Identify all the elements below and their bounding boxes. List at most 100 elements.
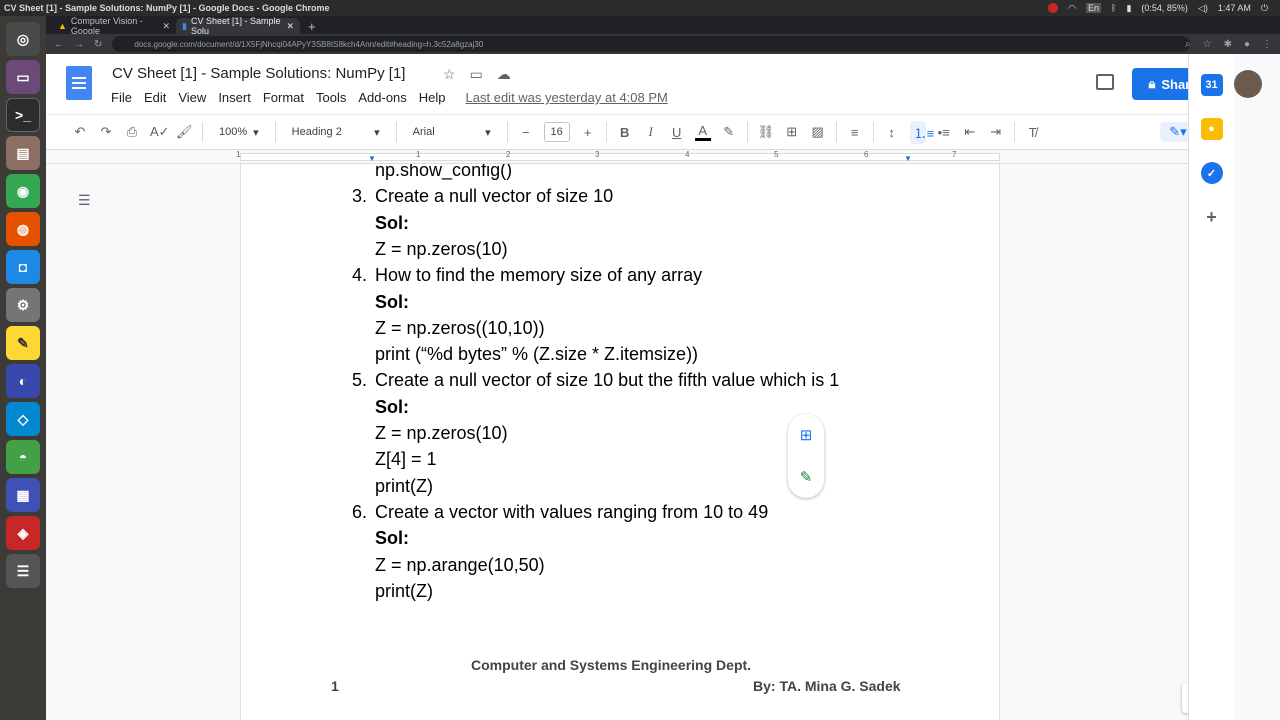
profile-icon[interactable]: ● bbox=[1244, 39, 1250, 50]
document-line[interactable]: Z[4] = 1 bbox=[375, 449, 437, 470]
tab-cv-sheet[interactable]: ▮ CV Sheet [1] - Sample Solu ✕ bbox=[176, 16, 300, 36]
url-field[interactable]: docs.google.com/document/d/1X5FjNhcqi04A… bbox=[112, 36, 1190, 52]
close-tab-icon[interactable]: ✕ bbox=[286, 21, 294, 32]
redo-icon[interactable]: ↷ bbox=[98, 124, 114, 140]
settings-icon[interactable]: ⚙ bbox=[6, 288, 40, 322]
reload-icon[interactable]: ↻ bbox=[94, 39, 102, 50]
text-color-icon[interactable]: A bbox=[694, 123, 711, 141]
zoom-icon[interactable]: ⌕ bbox=[1185, 39, 1191, 50]
decrease-font-size-icon[interactable]: − bbox=[518, 125, 534, 140]
ruler[interactable]: 1 1 2 3 4 5 6 7 ▼ ▼ bbox=[46, 150, 1216, 164]
terminal-icon[interactable]: >_ bbox=[6, 98, 40, 132]
add-comment-icon[interactable]: ⊞ bbox=[784, 124, 800, 140]
italic-icon[interactable]: I bbox=[643, 124, 659, 140]
volume-icon[interactable]: ◁) bbox=[1198, 3, 1208, 14]
link-icon[interactable]: ⛓ bbox=[758, 124, 775, 140]
battery-icon[interactable]: ▮ bbox=[1126, 3, 1131, 14]
chrome-icon[interactable]: ◉ bbox=[6, 174, 40, 208]
increase-font-size-icon[interactable]: + bbox=[580, 125, 596, 140]
clear-formatting-icon[interactable]: T̸ bbox=[1025, 125, 1041, 140]
indent-marker-icon[interactable]: ▼ bbox=[368, 154, 376, 163]
eclipse-icon[interactable]: ◐ bbox=[6, 364, 40, 398]
cloud-status-icon[interactable]: ☁ bbox=[497, 66, 511, 83]
insert-image-icon[interactable]: ▨ bbox=[810, 124, 826, 140]
add-comment-icon[interactable]: ⊞ bbox=[800, 426, 813, 444]
menu-insert[interactable]: Insert bbox=[218, 90, 251, 105]
bulleted-list-icon[interactable]: •≡ bbox=[936, 125, 952, 140]
language-indicator[interactable]: En bbox=[1086, 3, 1102, 13]
menu-edit[interactable]: Edit bbox=[144, 90, 166, 105]
numbered-list-icon[interactable]: ⒈≡ bbox=[909, 120, 934, 144]
wifi-icon[interactable]: ◠ bbox=[1068, 3, 1076, 14]
comment-history-icon[interactable] bbox=[1096, 74, 1114, 90]
spellcheck-icon[interactable]: A✓ bbox=[150, 124, 170, 140]
last-edit-link[interactable]: Last edit was yesterday at 4:08 PM bbox=[466, 90, 668, 105]
increase-indent-icon[interactable]: ⇥ bbox=[988, 124, 1004, 140]
document-line[interactable]: Sol: bbox=[375, 397, 409, 418]
menu-help[interactable]: Help bbox=[419, 90, 446, 105]
undo-icon[interactable]: ↶ bbox=[72, 124, 88, 140]
paint-format-icon[interactable]: 🖌︎ bbox=[176, 124, 193, 140]
power-icon[interactable]: ⏻ bbox=[1261, 3, 1268, 14]
star-icon[interactable]: ☆ bbox=[443, 66, 456, 83]
record-icon[interactable] bbox=[1048, 3, 1059, 13]
style-select[interactable]: Heading 2 ▾ bbox=[286, 126, 386, 139]
close-tab-icon[interactable]: ✕ bbox=[162, 21, 170, 32]
document-line[interactable]: print(Z) bbox=[375, 581, 433, 602]
browser-menu-icon[interactable]: ⋮ bbox=[1262, 39, 1272, 50]
ubuntu-logo-icon[interactable]: ◎ bbox=[6, 22, 40, 56]
document-title[interactable]: CV Sheet [1] - Sample Solutions: NumPy [… bbox=[112, 65, 405, 82]
document-page[interactable]: np.show_config() 3. Create a null vector o… bbox=[240, 164, 1000, 720]
print-icon[interactable]: ⎙ bbox=[124, 124, 140, 140]
document-line[interactable]: Create a vector with values ranging from… bbox=[375, 502, 768, 523]
document-line[interactable]: Z = np.arange(10,50) bbox=[375, 555, 545, 576]
back-icon[interactable]: ← bbox=[54, 39, 64, 50]
document-line[interactable]: print (“%d bytes” % (Z.size * Z.itemsize… bbox=[375, 344, 698, 365]
docs-logo-icon[interactable] bbox=[66, 66, 92, 100]
firefox-icon[interactable]: ◍ bbox=[6, 212, 40, 246]
document-line[interactable]: Sol: bbox=[375, 213, 409, 234]
avatar[interactable] bbox=[1234, 70, 1262, 98]
app-icon[interactable]: ▦ bbox=[6, 478, 40, 512]
document-line[interactable]: np.show_config() bbox=[375, 164, 512, 181]
bold-icon[interactable]: B bbox=[617, 125, 633, 140]
files-icon[interactable]: ▤ bbox=[6, 136, 40, 170]
android-studio-icon[interactable]: ◓ bbox=[6, 440, 40, 474]
zoom-select[interactable]: 100% ▾ bbox=[213, 126, 265, 139]
document-line[interactable]: How to find the memory size of any array bbox=[375, 265, 702, 286]
document-line[interactable]: Z = np.zeros(10) bbox=[375, 423, 508, 444]
menu-format[interactable]: Format bbox=[263, 90, 304, 105]
forward-icon[interactable]: → bbox=[74, 39, 84, 50]
bluetooth-icon[interactable]: ᛒ bbox=[1111, 3, 1116, 13]
font-size-field[interactable]: 16 bbox=[543, 122, 570, 142]
vscode-icon[interactable]: ◇ bbox=[6, 402, 40, 436]
keep-icon[interactable]: ● bbox=[1200, 118, 1223, 140]
document-line[interactable]: Z = np.zeros(10) bbox=[375, 239, 508, 260]
menu-addons[interactable]: Add-ons bbox=[358, 90, 406, 105]
extension-icon[interactable]: ✱ bbox=[1224, 39, 1232, 50]
workspace-icon[interactable]: ▭ bbox=[6, 60, 40, 94]
new-tab-button[interactable]: + bbox=[300, 19, 324, 34]
software-center-icon[interactable]: ◘ bbox=[6, 250, 40, 284]
tasks-icon[interactable]: ✓ bbox=[1200, 162, 1223, 184]
tab-computer-vision[interactable]: ▲ Computer Vision - Google ✕ bbox=[52, 16, 176, 36]
highlight-icon[interactable]: ✎ bbox=[721, 124, 737, 140]
text-editor-icon[interactable]: ✎ bbox=[6, 326, 40, 360]
calendar-icon[interactable]: 31 bbox=[1200, 74, 1223, 96]
menu-tools[interactable]: Tools bbox=[316, 90, 346, 105]
underline-icon[interactable]: U bbox=[669, 125, 685, 140]
document-outline-icon[interactable]: ☰ bbox=[78, 192, 94, 208]
decrease-indent-icon[interactable]: ⇤ bbox=[962, 124, 978, 140]
document-line[interactable]: print(Z) bbox=[375, 476, 433, 497]
document-line[interactable]: Create a null vector of size 10 bbox=[375, 186, 613, 207]
menu-file[interactable]: File bbox=[111, 90, 132, 105]
add-addon-icon[interactable]: + bbox=[1201, 206, 1223, 228]
right-indent-marker-icon[interactable]: ▼ bbox=[904, 154, 912, 163]
document-line[interactable]: Sol: bbox=[375, 292, 409, 313]
document-line[interactable]: Sol: bbox=[375, 528, 409, 549]
clock[interactable]: 1:47 AM bbox=[1218, 3, 1251, 13]
suggest-edits-icon[interactable]: ✎ bbox=[800, 468, 813, 486]
font-select[interactable]: Arial ▾ bbox=[407, 126, 497, 139]
bookmark-star-icon[interactable]: ☆ bbox=[1203, 39, 1212, 50]
app-icon-red[interactable]: ◈ bbox=[6, 516, 40, 550]
